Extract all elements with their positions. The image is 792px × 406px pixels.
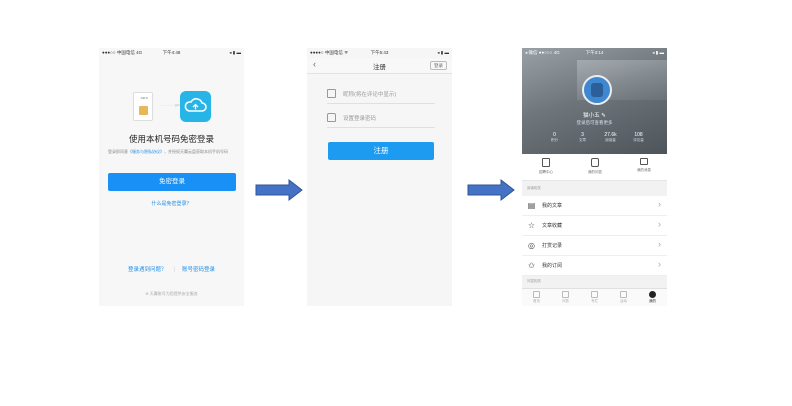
tab-home[interactable]: 首页 (522, 291, 551, 304)
quick-action-label: 我的问答 (588, 170, 602, 174)
status-bar: ●●●○○ 中国电信 4G 下午4:48 ◂ ▮ ▬ (99, 48, 244, 58)
section-header-reading: 阅读相关 (527, 186, 541, 190)
status-time: 下午4:48 (162, 50, 181, 55)
menu-item-reward-history[interactable]: ◎ 打赏记录 › (522, 236, 667, 256)
chat-bubble-icon (591, 158, 599, 167)
nickname-placeholder: 昵称(将在评论中显示) (343, 92, 397, 98)
stat-label: 评论量 (633, 138, 644, 142)
nav-bar: ‹ 注册 登录 (307, 58, 452, 74)
lock-icon (327, 113, 336, 122)
stat-label: 文章 (579, 138, 586, 142)
section-header-qa: 问答相关 (527, 279, 541, 283)
paper-plane-icon (620, 291, 627, 298)
tab-label: 活动 (620, 299, 627, 303)
tab-label: 首页 (533, 299, 540, 303)
tab-mine[interactable]: 我的 (638, 291, 667, 304)
menu-item-favorites[interactable]: ☆ 文章收藏 › (522, 216, 667, 236)
agreement-text: 登录即同意《服务与隐私协议》，并授权天翼云盘获取本机手机号码 (108, 149, 238, 155)
qa-icon (562, 291, 569, 298)
status-bar: ◂ 微信 ●●○○○ 4G 下午3:14 ◂ ▮ ▬ (522, 48, 667, 58)
quick-action-recruit[interactable]: 招聘中心 (526, 158, 566, 175)
password-field[interactable]: 设置登录密码 (327, 110, 435, 128)
chevron-right-icon: › (658, 239, 661, 249)
nickname-field[interactable]: 昵称(将在评论中显示) (327, 86, 435, 104)
menu-item-my-articles[interactable]: ▤ 我的文章 › (522, 196, 667, 216)
password-login-link[interactable]: 账号密码登录 (182, 267, 215, 273)
menu-item-label: 打赏记录 (542, 243, 563, 249)
bottom-links: 登录遇到问题？ | 账号密码登录 (99, 265, 244, 273)
status-time: 下午5:43 (370, 50, 389, 55)
flow-arrow-icon (255, 179, 303, 201)
star-icon: ☆ (527, 221, 536, 230)
sim-chip (139, 106, 148, 115)
bottom-tab-bar: 首页 问答 专栏 活动 我的 (522, 288, 667, 306)
tab-activity[interactable]: 活动 (609, 291, 638, 304)
document-icon: ▤ (527, 201, 536, 210)
register-button[interactable]: 注册 (328, 142, 434, 160)
graduation-cap-icon (591, 291, 598, 298)
login-trouble-link[interactable]: 登录遇到问题？ (128, 267, 167, 273)
tab-qa[interactable]: 问答 (551, 291, 580, 304)
what-is-one-tap-link[interactable]: 什么是免密登录？ (99, 200, 244, 207)
phone-screen-profile: ◂ 微信 ●●○○○ 4G 下午3:14 ◂ ▮ ▬ 猫小五 ✎ 登录后可查看更… (522, 48, 667, 306)
stat-label: 积分 (551, 138, 558, 142)
flow-arrow-icon (467, 179, 515, 201)
quick-actions: 招聘中心 我的问答 我的消息 (522, 154, 667, 181)
coin-icon: ◎ (528, 241, 535, 250)
id-card-icon (542, 158, 550, 167)
page-title: 使用本机号码免密登录 (128, 134, 214, 144)
status-time: 下午3:14 (585, 50, 604, 55)
stat-points[interactable]: 0 积分 (540, 132, 569, 143)
status-battery: ◂ ▮ ▬ (652, 50, 664, 55)
tab-label: 我的 (649, 299, 656, 303)
menu-item-label: 文章收藏 (542, 223, 563, 229)
quick-action-label: 招聘中心 (539, 170, 553, 174)
quick-action-messages[interactable]: 我的消息 (624, 158, 664, 173)
link-separator: | (173, 267, 175, 273)
status-bar: ●●●●○ 中国电信 ᯤ 下午5:43 ◂ ▮ ▬ (307, 48, 452, 58)
sim-card-icon: Ctrl ll (133, 92, 153, 121)
privacy-agreement-link[interactable]: 《服务与隐私协议》 (128, 149, 164, 154)
sim-label: Ctrl ll (140, 96, 148, 100)
subscribe-icon: ✩ (528, 261, 535, 270)
avatar[interactable] (582, 75, 612, 105)
phone-screen-register: ●●●●○ 中国电信 ᯤ 下午5:43 ◂ ▮ ▬ ‹ 注册 登录 昵称(将在评… (307, 48, 452, 306)
person-icon (649, 291, 656, 298)
chevron-right-icon: › (658, 199, 661, 209)
chevron-right-icon: › (658, 259, 661, 269)
profile-header: ◂ 微信 ●●○○○ 4G 下午3:14 ◂ ▮ ▬ 猫小五 ✎ 登录后可查看更… (522, 48, 667, 154)
status-battery: ◂ ▮ ▬ (437, 50, 449, 55)
profile-subtitle: 登录后可查看更多 (576, 120, 613, 125)
stat-label: 阅读量 (605, 138, 616, 142)
username[interactable]: 猫小五 ✎ (522, 111, 667, 119)
phone-screen-login: ●●●○○ 中国电信 4G 下午4:48 ◂ ▮ ▬ Ctrl ll - - -… (99, 48, 244, 306)
stat-articles[interactable]: 3 文章 (568, 132, 597, 143)
avatar-character (591, 83, 603, 97)
status-battery: ◂ ▮ ▬ (229, 50, 241, 55)
quick-action-label: 我的消息 (637, 168, 651, 172)
stat-comments[interactable]: 108 评论量 (624, 132, 653, 143)
password-placeholder: 设置登录密码 (343, 116, 377, 122)
login-button[interactable]: 登录 (430, 61, 447, 70)
agreement-prefix: 登录即同意 (108, 149, 128, 154)
agreement-suffix: ，并授权天翼云盘获取本机手机号码 (164, 149, 228, 154)
menu-item-label: 我的订阅 (542, 263, 563, 269)
cloud-app-icon (180, 91, 211, 122)
security-footer: ⊚ 天翼账号为您提供安全服务 (99, 291, 244, 297)
id-card-icon (327, 89, 336, 98)
mail-icon (640, 158, 648, 165)
quick-action-qa[interactable]: 我的问答 (575, 158, 615, 175)
menu-item-label: 我的文章 (542, 203, 563, 209)
menu-item-subscriptions[interactable]: ✩ 我的订阅 › (522, 256, 667, 276)
footer-text: 天翼账号为您提供安全服务 (149, 291, 198, 296)
tab-label: 专栏 (591, 299, 598, 303)
home-icon (533, 291, 540, 298)
chevron-right-icon: › (658, 219, 661, 229)
tab-label: 问答 (562, 299, 569, 303)
stat-reads[interactable]: 27.6k 阅读量 (596, 132, 625, 143)
tab-column[interactable]: 专栏 (580, 291, 609, 304)
one-tap-login-button[interactable]: 免密登录 (108, 173, 236, 191)
